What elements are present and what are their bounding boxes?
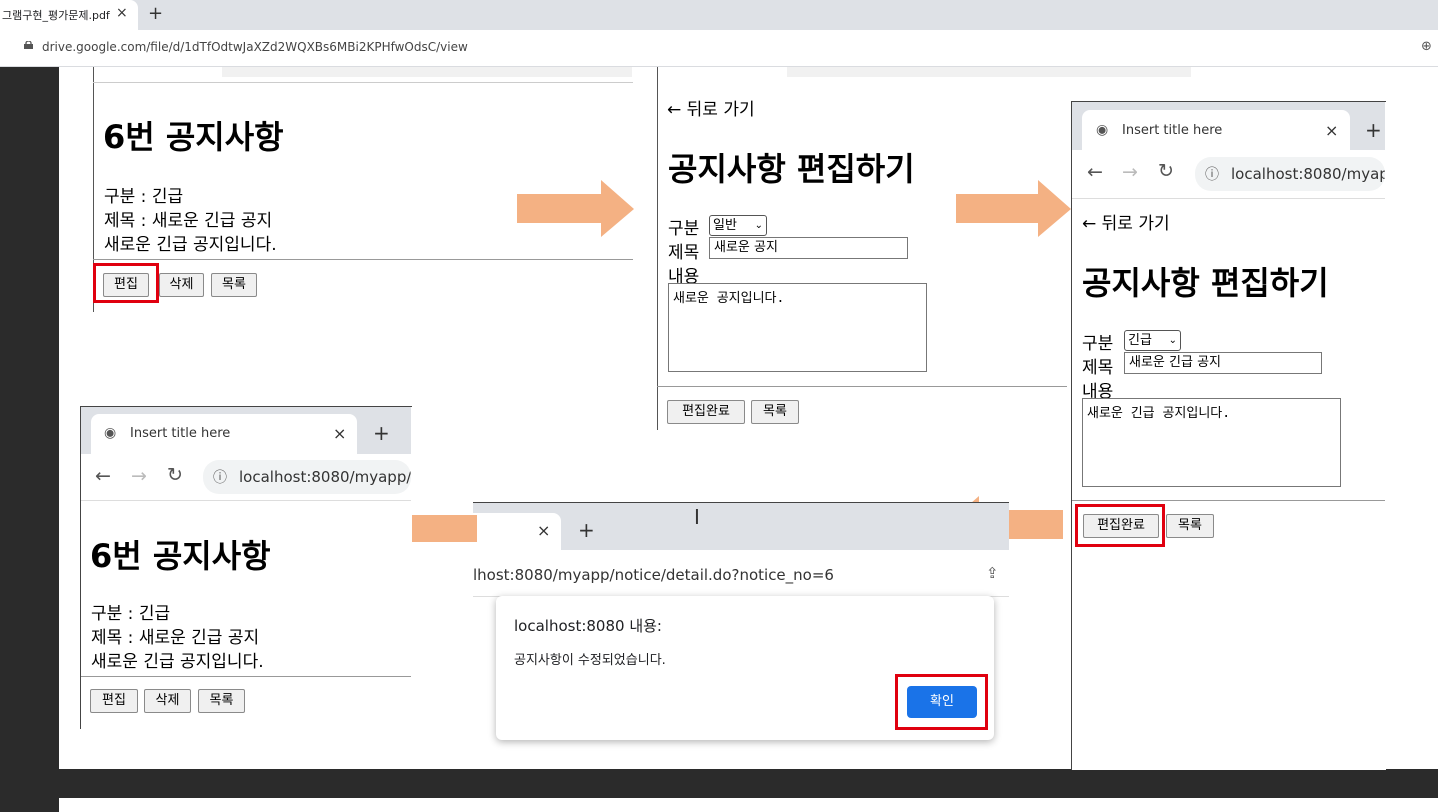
panel5-list-button[interactable]: 목록 xyxy=(198,689,245,713)
chevron-down-icon: ⌄ xyxy=(754,220,763,231)
alert-dialog-title: localhost:8080 내용: xyxy=(514,617,662,635)
panel5-title: 제목 : 새로운 긴급 공지 xyxy=(91,628,260,648)
panel3-content-textarea[interactable]: 새로운 긴급 공지입니다. xyxy=(1082,398,1341,487)
panel3-category-value: 긴급 xyxy=(1128,333,1152,348)
new-tab-button[interactable]: + xyxy=(373,421,390,445)
browser-tab-title: 그램구현_평가문제.pdf xyxy=(2,9,110,22)
panel5-url-text: localhost:8080/myapp/n xyxy=(239,468,411,486)
pdf-next-page xyxy=(59,798,1438,812)
alert-dialog-message: 공지사항이 수정되었습니다. xyxy=(514,653,666,668)
panel5-category: 구분 : 긴급 xyxy=(91,604,171,624)
panel1-title: 제목 : 새로운 긴급 공지 xyxy=(104,211,273,231)
lock-icon xyxy=(24,41,33,49)
panel3-divider xyxy=(1072,500,1385,501)
info-icon: ⓘ xyxy=(1205,167,1219,183)
reload-icon[interactable]: ↻ xyxy=(1158,160,1174,182)
panel3-url-text: localhost:8080/myapp xyxy=(1231,165,1385,183)
panel2-done-button[interactable]: 편집완료 xyxy=(667,400,745,424)
reload-icon[interactable]: ↻ xyxy=(167,464,183,486)
chevron-down-icon: ⌄ xyxy=(1168,335,1177,346)
close-icon[interactable]: × xyxy=(1325,121,1338,140)
browser-tab-bar xyxy=(0,0,1438,30)
panel5-content: 새로운 긴급 공지입니다. xyxy=(91,652,264,672)
panel3-address-field[interactable]: ⓘ localhost:8080/myapp xyxy=(1195,157,1385,191)
panel2-category-label: 구분 xyxy=(668,219,700,239)
panel1-list-button[interactable]: 목록 xyxy=(211,273,257,297)
panel1-top-divider xyxy=(93,82,633,83)
panel1-category: 구분 : 긴급 xyxy=(104,187,184,207)
panel3-title-input[interactable]: 새로운 긴급 공지 xyxy=(1124,352,1322,374)
panel2-top-strip xyxy=(787,67,1191,77)
panel2-category-select[interactable]: 일반 ⌄ xyxy=(709,215,767,236)
panel5-delete-button[interactable]: 삭제 xyxy=(144,689,191,713)
globe-icon: ◉ xyxy=(1096,122,1109,138)
info-icon: ⓘ xyxy=(213,470,227,486)
new-tab-button[interactable]: + xyxy=(148,3,163,24)
url-text: drive.google.com/file/d/1dTfOdtwJaXZd2WQ… xyxy=(42,40,468,54)
panel1-edit-highlight xyxy=(93,263,159,303)
forward-arrow-icon[interactable]: → xyxy=(1122,161,1138,183)
arrow-right-icon xyxy=(956,180,1071,237)
panel3-heading: 공지사항 편집하기 xyxy=(1082,264,1329,302)
panel2-title-label: 제목 xyxy=(668,243,700,263)
back-arrow-icon[interactable]: ← xyxy=(95,465,111,487)
alert-ok-highlight xyxy=(895,674,988,730)
panel5-tab-title: Insert title here xyxy=(130,426,231,441)
panel3-title-label: 제목 xyxy=(1082,358,1114,378)
panel1-heading: 6번 공지사항 xyxy=(103,118,284,156)
close-icon[interactable]: × xyxy=(116,5,128,21)
arrow-right-icon xyxy=(517,180,634,237)
panel2-list-button[interactable]: 목록 xyxy=(751,400,799,424)
panel2-back-link[interactable]: ← 뒤로 가기 xyxy=(667,95,755,120)
panel3-tab-title: Insert title here xyxy=(1122,123,1223,138)
close-icon[interactable]: × xyxy=(537,521,550,540)
panel2-left-border xyxy=(657,67,658,430)
panel3-back-link[interactable]: ← 뒤로 가기 xyxy=(1082,209,1170,234)
new-tab-button[interactable]: + xyxy=(1365,118,1382,142)
panel1-top-strip xyxy=(222,67,632,77)
panel2-heading: 공지사항 편집하기 xyxy=(668,150,915,188)
panel2-divider xyxy=(657,386,1067,387)
panel1-delete-button[interactable]: 삭제 xyxy=(159,273,204,297)
panel5-edit-button[interactable]: 편집 xyxy=(90,689,138,713)
close-icon[interactable]: × xyxy=(333,424,346,443)
globe-icon: ◉ xyxy=(104,425,117,441)
panel3-list-button[interactable]: 목록 xyxy=(1166,514,1214,538)
panel2-category-value: 일반 xyxy=(713,218,737,233)
back-arrow-icon[interactable]: ← xyxy=(1087,161,1103,183)
panel5-heading: 6번 공지사항 xyxy=(90,537,271,575)
panel5-divider xyxy=(81,676,411,677)
panel3-category-select[interactable]: 긴급 ⌄ xyxy=(1124,330,1181,351)
panel1-divider xyxy=(93,259,633,260)
new-tab-button[interactable]: + xyxy=(578,518,595,542)
panel3-done-highlight xyxy=(1075,504,1165,547)
panel4-url-text: lhost:8080/myapp/notice/detail.do?notice… xyxy=(473,566,834,584)
forward-arrow-icon[interactable]: → xyxy=(131,465,147,487)
zoom-icon[interactable]: ⊕ xyxy=(1421,39,1432,54)
text-cursor-icon: I xyxy=(694,505,700,529)
panel2-title-input[interactable]: 새로운 공지 xyxy=(709,237,908,259)
panel1-content: 새로운 긴급 공지입니다. xyxy=(104,235,277,255)
share-icon[interactable]: ⇪ xyxy=(986,564,999,582)
panel5-address-field[interactable]: ⓘ localhost:8080/myapp/n xyxy=(203,460,411,494)
panel2-content-textarea[interactable]: 새로운 공지입니다. xyxy=(668,283,927,372)
panel3-category-label: 구분 xyxy=(1082,334,1114,354)
